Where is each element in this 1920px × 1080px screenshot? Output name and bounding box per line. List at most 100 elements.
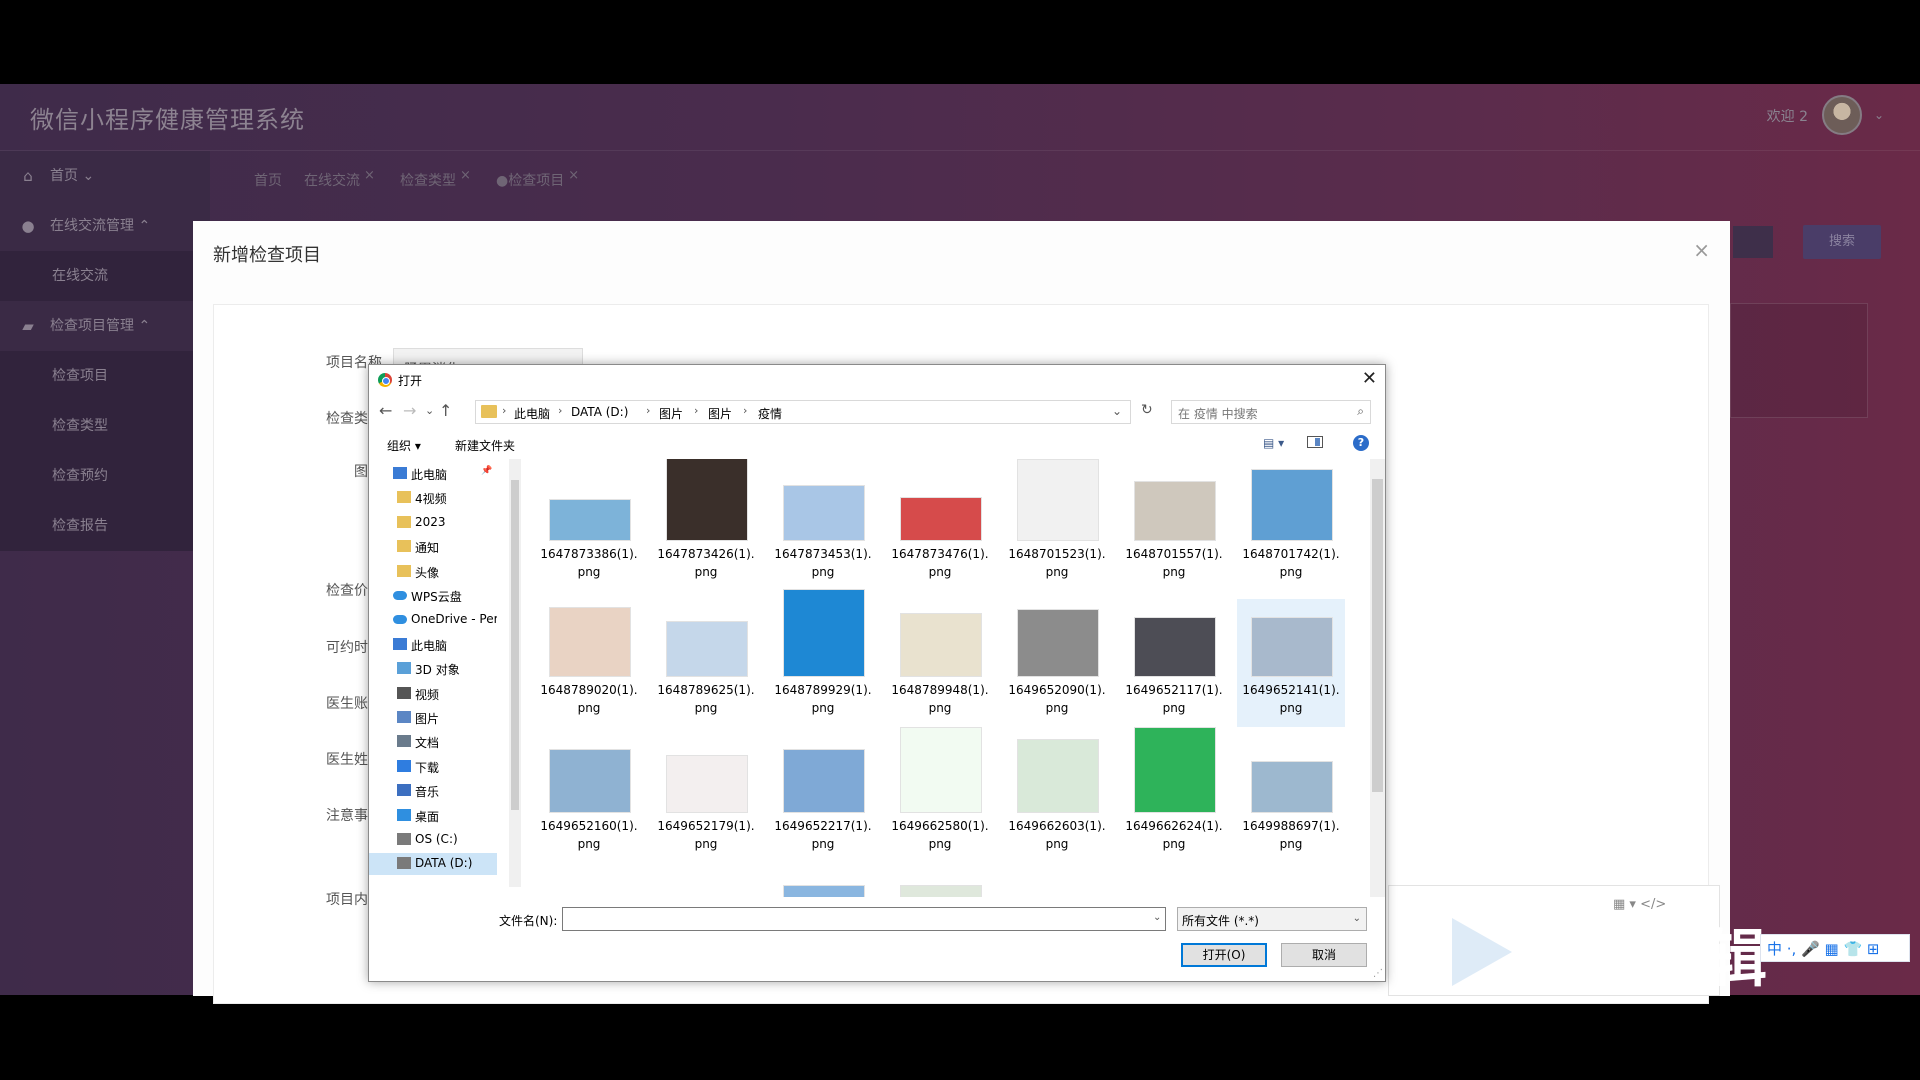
chevron-down-icon[interactable]: ⌄ <box>1112 404 1122 418</box>
file-name-line: 1649652117(1). <box>1125 683 1223 697</box>
breadcrumb-this-pc[interactable]: 此电脑 <box>514 405 550 422</box>
tree-item[interactable]: 此电脑 <box>369 634 497 656</box>
tree-item[interactable]: OS (C:) <box>369 829 497 851</box>
file-item[interactable]: 1648789625(1). png <box>652 599 760 727</box>
file-item[interactable]: 1649652179(1). png <box>652 735 760 863</box>
breadcrumb-data-drive[interactable]: DATA (D:) <box>571 405 628 419</box>
close-icon[interactable]: × <box>568 168 579 183</box>
pin-icon[interactable]: 📌 <box>481 466 492 476</box>
file-item[interactable]: 1649988697(1). png <box>1237 735 1345 863</box>
new-folder-button[interactable]: 新建文件夹 <box>455 437 515 454</box>
tab-online-chat[interactable]: 在线交流 × <box>304 168 375 190</box>
cancel-button[interactable]: 取消 <box>1281 943 1367 967</box>
files-scrollbar-thumb[interactable] <box>1372 479 1383 792</box>
view-options-button[interactable]: ▤ ▾ <box>1263 436 1284 450</box>
help-icon[interactable]: ? <box>1353 435 1369 451</box>
close-icon[interactable]: × <box>364 168 375 183</box>
refresh-icon[interactable]: ↻ <box>1141 402 1153 418</box>
tab-exam-types[interactable]: 检查类型 × <box>400 168 471 190</box>
breadcrumb-epidemic[interactable]: 疫情 <box>758 405 782 422</box>
rich-text-editor[interactable] <box>1388 885 1720 996</box>
recent-chevron-icon[interactable]: ⌄ <box>425 404 434 417</box>
tree-item[interactable]: 通知 <box>369 536 497 558</box>
tree-item[interactable]: 桌面 <box>369 805 497 827</box>
tree-item[interactable]: 4视频 <box>369 487 497 509</box>
close-icon[interactable]: × <box>1693 238 1710 262</box>
folder-search-input[interactable]: 在 疫情 中搜索 ⌕ <box>1171 400 1371 424</box>
file-item[interactable]: 1649652117(1). png <box>1120 599 1228 727</box>
chevron-down-icon[interactable]: ⌄ <box>1874 108 1884 122</box>
resize-grip-icon[interactable]: ⋰ <box>1373 968 1383 979</box>
open-button[interactable]: 打开(O) <box>1181 943 1267 967</box>
close-icon[interactable]: ✕ <box>1362 368 1377 389</box>
chevron-right-icon: › <box>743 404 748 417</box>
file-item[interactable]: 1648789948(1). png <box>886 599 994 727</box>
file-item[interactable]: 1649652217(1). png <box>769 735 877 863</box>
tree-item[interactable]: 文档 <box>369 731 497 753</box>
sidebar-item-exam-items[interactable]: 检查项目 <box>0 351 210 401</box>
drive-icon <box>397 833 411 845</box>
file-item[interactable]: 1648701523(1). png <box>1003 459 1111 591</box>
sidebar-item-label: 首页 ⌄ <box>50 168 95 184</box>
app-title: 微信小程序健康管理系统 <box>30 106 305 134</box>
close-icon[interactable]: × <box>460 168 471 183</box>
file-item[interactable]: 1649662624(1). png <box>1120 727 1228 863</box>
back-arrow-icon[interactable]: ← <box>379 401 392 420</box>
address-bar[interactable]: › 此电脑 › DATA (D:) › 图片 › 图片 › 疫情 ⌄ <box>475 400 1131 424</box>
file-item[interactable]: 1648789020(1). png <box>535 599 643 727</box>
file-item[interactable]: 1649652160(1). png <box>535 735 643 863</box>
tree-item[interactable]: 3D 对象 <box>369 658 497 680</box>
search-button[interactable]: 搜索 <box>1803 225 1881 259</box>
sidebar-item-label: 检查项目管理 ⌃ <box>50 318 151 334</box>
avatar[interactable] <box>1822 95 1862 135</box>
breadcrumb-pictures[interactable]: 图片 <box>659 405 683 422</box>
sidebar-item-exam-mgmt[interactable]: ▰ 检查项目管理 ⌃ <box>0 301 210 351</box>
preview-pane-icon[interactable] <box>1307 436 1323 448</box>
file-item[interactable]: 1648789929(1). png <box>769 589 877 727</box>
tree-item[interactable]: 2023 <box>369 512 497 534</box>
filename-input[interactable] <box>562 907 1166 931</box>
search-input[interactable] <box>1733 226 1773 258</box>
tree-item[interactable]: 视频 <box>369 683 497 705</box>
tree-item[interactable]: 此电脑 📌 <box>369 463 497 485</box>
breadcrumb-pictures-2[interactable]: 图片 <box>708 405 732 422</box>
file-type-select[interactable]: 所有文件 (*.*) ⌄ <box>1177 907 1367 931</box>
tree-scrollbar-thumb[interactable] <box>511 480 519 810</box>
tree-item[interactable]: 图片 <box>369 707 497 729</box>
tree-item[interactable]: 头像 <box>369 561 497 583</box>
file-item[interactable]: 1648701557(1). png <box>1120 463 1228 591</box>
file-name: 1648701742(1). png <box>1237 545 1345 581</box>
tree-item[interactable]: WPS云盘 <box>369 585 497 607</box>
tree-item[interactable]: 音乐 <box>369 780 497 802</box>
chevron-down-icon[interactable]: ⌄ <box>1153 912 1161 923</box>
file-item[interactable]: 1649652090(1). png <box>1003 599 1111 727</box>
file-name-line: 1649652217(1). <box>774 819 872 833</box>
tree-item-label: OneDrive - Perso <box>411 612 497 627</box>
file-item[interactable]: 1647873426(1). png <box>652 459 760 591</box>
file-item[interactable]: 1647873386(1). png <box>535 463 643 591</box>
tab-exam-items[interactable]: ●检查项目 × <box>496 168 579 190</box>
dialog-titlebar[interactable]: 打开 ✕ <box>369 365 1385 395</box>
file-item[interactable]: 1647873476(1). png <box>886 463 994 591</box>
organize-button[interactable]: 组织 ▾ <box>387 437 421 454</box>
forward-arrow-icon[interactable]: → <box>403 401 416 420</box>
file-item[interactable]: 1649652141(1). png <box>1237 599 1345 727</box>
sidebar-item-online-chat[interactable]: 在线交流 <box>0 251 210 301</box>
file-item[interactable]: 1648701742(1). png <box>1237 463 1345 591</box>
sidebar-item-home[interactable]: ⌂ 首页 ⌄ <box>0 151 210 201</box>
tab-home[interactable]: 首页 <box>254 170 282 190</box>
up-arrow-icon[interactable]: ↑ <box>439 401 452 420</box>
file-item[interactable]: 1649662603(1). png <box>1003 735 1111 863</box>
editor-toolbar[interactable]: ▦ ▾ </> <box>1613 897 1666 912</box>
search-icon[interactable]: ⌕ <box>1357 404 1364 419</box>
sidebar-item-online-chat-mgmt[interactable]: ● 在线交流管理 ⌃ <box>0 201 210 251</box>
sidebar-item-exam-booking[interactable]: 检查预约 <box>0 451 210 501</box>
file-item[interactable]: 1649662580(1). png <box>886 727 994 863</box>
ime-toolbar[interactable]: 中 ·, 🎤 ▦ 👕 ⊞ <box>1760 934 1910 962</box>
sidebar-item-exam-report[interactable]: 检查报告 <box>0 501 210 551</box>
tree-item[interactable]: 下载 <box>369 756 497 778</box>
tree-item[interactable]: DATA (D:) <box>369 853 497 876</box>
tree-item[interactable]: OneDrive - Perso <box>369 609 497 631</box>
file-item[interactable]: 1647873453(1). png <box>769 463 877 591</box>
sidebar-item-exam-types[interactable]: 检查类型 <box>0 401 210 451</box>
